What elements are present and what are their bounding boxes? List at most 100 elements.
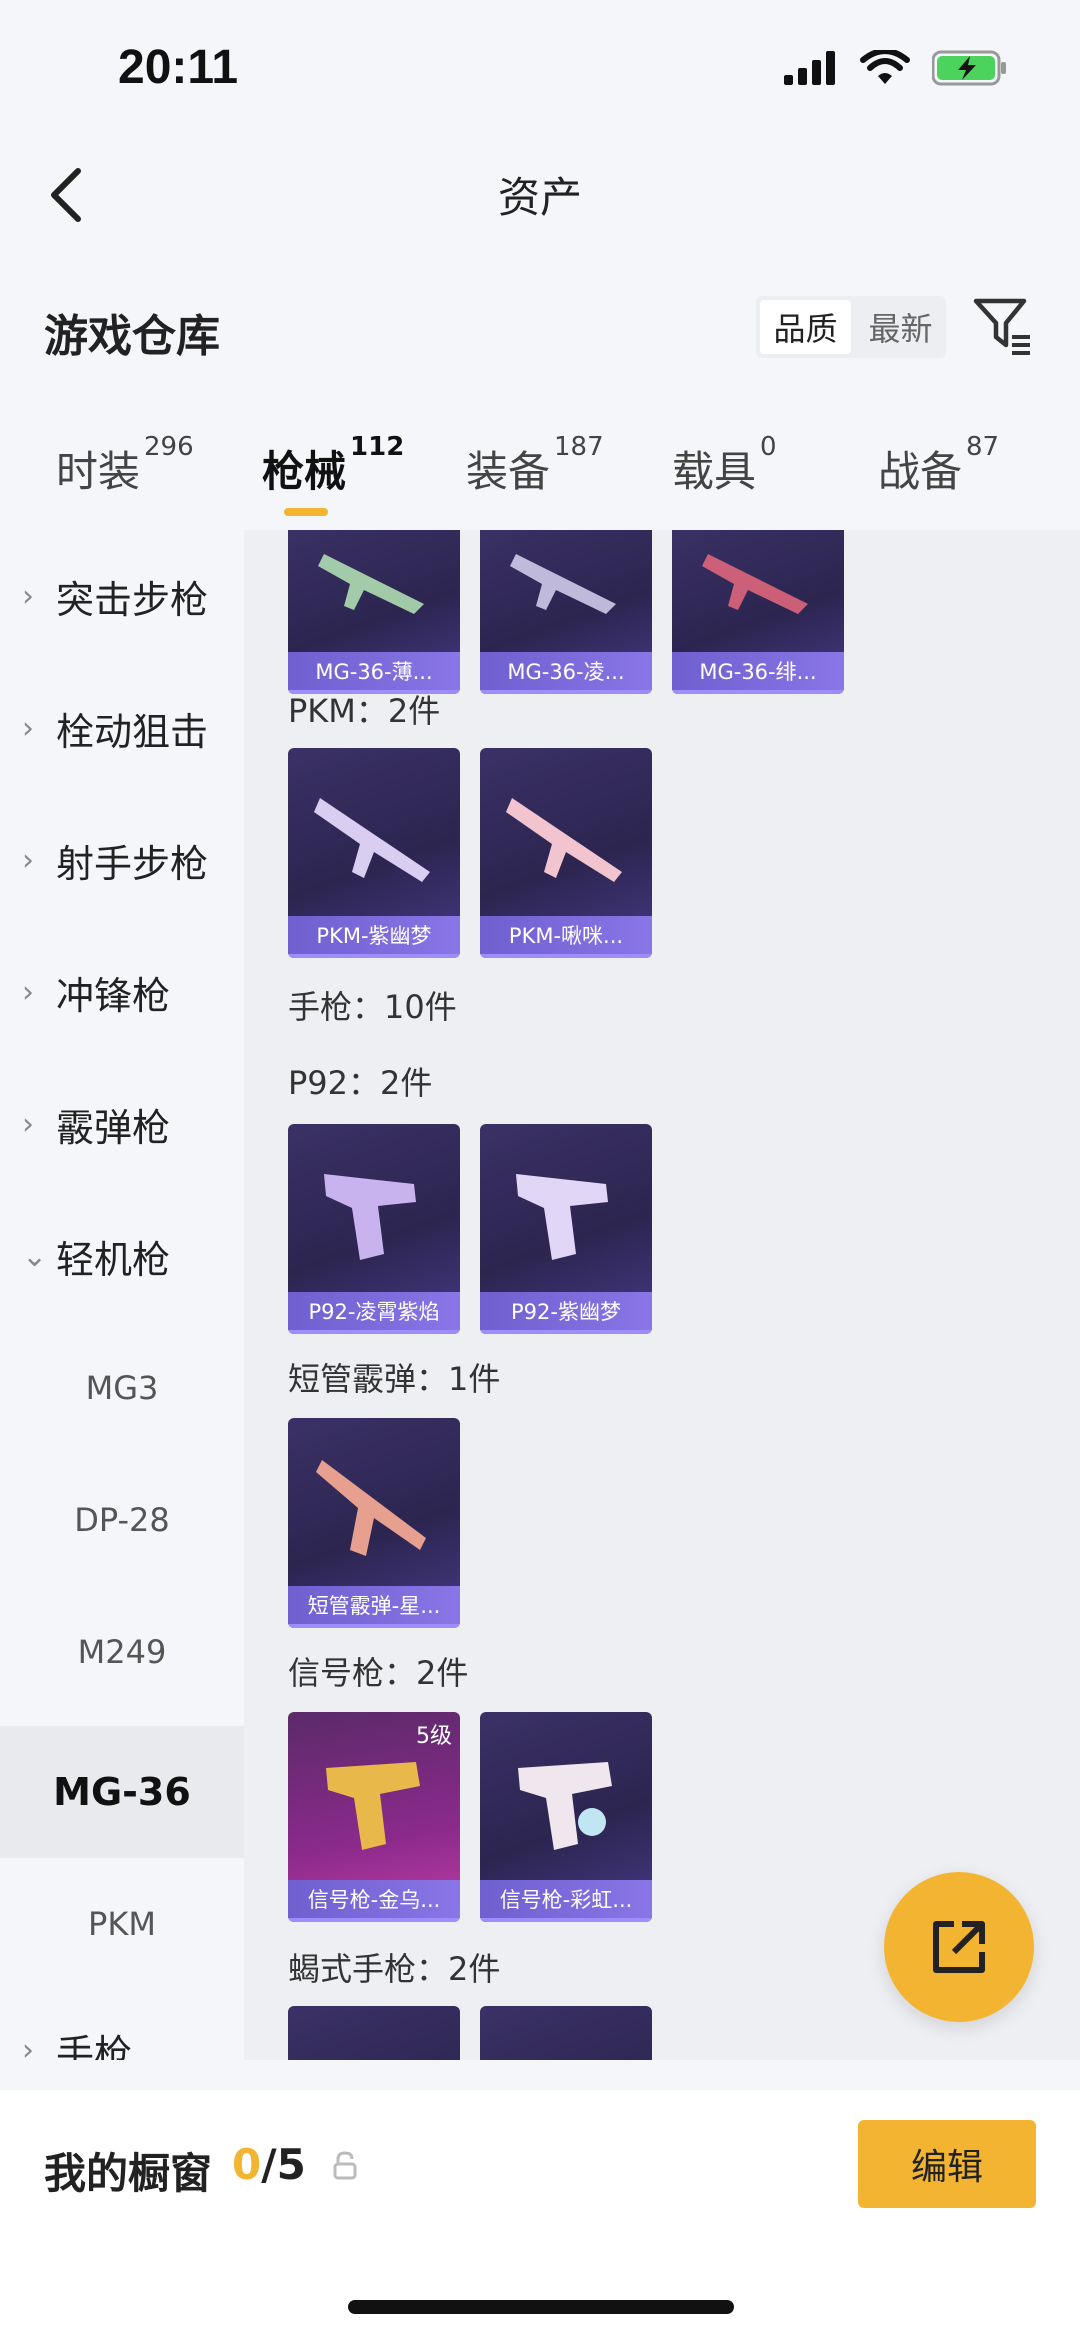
sidebar-item-label: DP-28 <box>74 1501 170 1539</box>
sort-toggle: 品质 最新 <box>756 296 946 358</box>
weapon-card[interactable]: PKM-紫幽梦 <box>288 748 460 958</box>
weapon-card[interactable]: MG-36-凌... <box>480 530 652 694</box>
chevron-right-icon: › <box>22 710 34 746</box>
rifle-icon <box>318 554 424 614</box>
flare-gun-icon <box>518 1762 612 1850</box>
sidebar-item-bolt-sniper[interactable]: › 栓动狙击 <box>0 662 244 794</box>
group-title-scorpion-pistol: 蝎式手枪：2件 <box>288 1950 501 1988</box>
weapon-card-name: 短管霰弹-星... <box>288 1586 460 1624</box>
chevron-right-icon: › <box>22 974 34 1010</box>
group-title-pistol: 手枪：10件 <box>288 988 457 1026</box>
chevron-right-icon: › <box>22 2032 34 2061</box>
weapon-card[interactable]: P92-凌霄紫焰 <box>288 1124 460 1334</box>
sort-quality-option[interactable]: 品质 <box>760 300 851 354</box>
category-tabs: 时装 296 枪械 112 装备 187 载具 0 战备 87 <box>0 420 1080 530</box>
sidebar-item-label: 突击步枪 <box>56 577 209 622</box>
wifi-icon <box>860 50 910 84</box>
page-title: 资产 <box>497 173 582 222</box>
sidebar-item-lmg[interactable]: ⌄ 轻机枪 <box>0 1190 244 1322</box>
sidebar-item-m249[interactable]: M249 <box>0 1586 244 1718</box>
weapon-card-name: 信号枪-金乌... <box>288 1880 460 1918</box>
sidebar-item-pistol[interactable]: › 手枪 <box>0 1984 244 2061</box>
status-icons <box>784 50 1008 86</box>
share-icon <box>933 1921 985 1973</box>
showcase-label: 我的橱窗 <box>44 2149 213 2198</box>
tab-equipment[interactable]: 装备 187 <box>466 432 604 499</box>
chevron-right-icon: › <box>22 842 34 878</box>
tab-vehicles[interactable]: 载具 0 <box>672 432 777 499</box>
sidebar-item-label: 冲锋枪 <box>56 973 171 1018</box>
filter-icon <box>973 298 1030 355</box>
flare-gun-icon <box>326 1762 420 1850</box>
weapon-card[interactable]: PKM-啾咪... <box>480 748 652 958</box>
rarity-bar <box>480 954 652 958</box>
weapon-card[interactable]: P92-紫幽梦 <box>480 1124 652 1334</box>
rarity-bar <box>288 1330 460 1334</box>
sidebar-item-label: 轻机枪 <box>56 1237 171 1282</box>
weapon-card[interactable]: 短管霰弹-星... <box>288 1418 460 1628</box>
rarity-bar <box>288 1918 460 1922</box>
tab-count: 296 <box>144 432 194 462</box>
sidebar-item-pkm[interactable]: PKM <box>0 1858 244 1990</box>
battery-charging-icon <box>932 50 1006 86</box>
weapon-card[interactable]: MG-36-绯... <box>672 530 844 694</box>
sort-newest-option[interactable]: 最新 <box>855 296 946 358</box>
pistol-icon <box>324 1174 416 1260</box>
filter-button[interactable] <box>970 290 1034 360</box>
nav-bar: 资产 <box>0 130 1080 250</box>
tab-label: 战备 <box>878 447 963 496</box>
group-title-pkm: PKM：2件 <box>288 692 441 730</box>
rarity-bar <box>672 690 844 694</box>
tab-count: 87 <box>966 432 1000 462</box>
section-header: 游戏仓库 品质 最新 <box>0 290 1080 370</box>
group-title-p92: P92：2件 <box>288 1064 433 1102</box>
tab-label: 时装 <box>56 447 141 496</box>
weapon-card-name: MG-36-薄... <box>288 652 460 690</box>
weapon-card-name: P92-紫幽梦 <box>480 1292 652 1330</box>
share-button[interactable] <box>884 1872 1034 2022</box>
sidebar-item-label: MG-36 <box>53 1770 191 1814</box>
weapon-card[interactable]: 5级 信号枪-金乌... <box>288 1712 460 1922</box>
tab-count: 187 <box>554 432 604 462</box>
showcase-count: 0/5 <box>232 2140 306 2189</box>
weapon-card[interactable] <box>288 2006 460 2060</box>
shotgun-icon <box>316 1460 426 1556</box>
sidebar-item-label: PKM <box>88 1905 156 1943</box>
weapon-card[interactable]: MG-36-薄... <box>288 530 460 694</box>
machine-gun-icon <box>506 798 622 882</box>
tab-fashion[interactable]: 时装 296 <box>56 432 194 499</box>
sidebar-item-dp28[interactable]: DP-28 <box>0 1454 244 1586</box>
machine-gun-icon <box>314 798 430 882</box>
rifle-icon <box>702 554 808 614</box>
weapon-card-name: PKM-紫幽梦 <box>288 916 460 954</box>
weapon-card-name: MG-36-凌... <box>480 652 652 690</box>
tab-count: 112 <box>350 432 405 462</box>
group-title-flare-gun: 信号枪：2件 <box>288 1654 469 1692</box>
chevron-right-icon: › <box>22 1106 34 1142</box>
sidebar-item-assault-rifle[interactable]: › 突击步枪 <box>0 530 244 662</box>
sidebar-item-label: 射手步枪 <box>56 841 209 886</box>
status-bar: 20:11 <box>0 0 1080 130</box>
tab-count: 0 <box>760 432 777 462</box>
sidebar-item-smg[interactable]: › 冲锋枪 <box>0 926 244 1058</box>
rarity-bar <box>288 1624 460 1628</box>
weapon-card-name: P92-凌霄紫焰 <box>288 1292 460 1330</box>
showcase-total: /5 <box>261 2140 306 2189</box>
sidebar-item-marksman-rifle[interactable]: › 射手步枪 <box>0 794 244 926</box>
sidebar-item-mg36[interactable]: MG-36 <box>0 1726 244 1858</box>
pistol-icon <box>516 1174 608 1260</box>
edit-button[interactable]: 编辑 <box>858 2120 1036 2208</box>
rarity-bar <box>480 1330 652 1334</box>
sidebar-item-label: 霰弹枪 <box>56 1105 171 1150</box>
chevron-down-icon: ⌄ <box>22 1238 48 1274</box>
tab-firearms[interactable]: 枪械 112 <box>262 432 404 499</box>
weapon-card[interactable] <box>480 2006 652 2060</box>
sidebar-item-label: M249 <box>77 1633 167 1671</box>
rarity-bar <box>288 954 460 958</box>
rarity-bar <box>480 1918 652 1922</box>
weapon-card[interactable]: 信号枪-彩虹... <box>480 1712 652 1922</box>
sidebar-item-shotgun[interactable]: › 霰弹枪 <box>0 1058 244 1190</box>
tab-tactical[interactable]: 战备 87 <box>878 432 999 499</box>
sidebar-item-mg3[interactable]: MG3 <box>0 1322 244 1454</box>
weapon-card-name: 信号枪-彩虹... <box>480 1880 652 1918</box>
